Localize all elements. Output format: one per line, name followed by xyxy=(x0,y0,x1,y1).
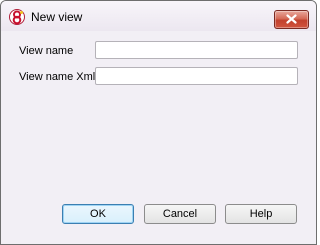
view-name-xml-label: View name Xml xyxy=(19,71,96,83)
help-button[interactable]: Help xyxy=(225,204,297,224)
window-title: New view xyxy=(31,10,83,24)
view-name-label: View name xyxy=(19,45,74,57)
dialog-content: View name View name Xml OK Cancel Help xyxy=(1,31,316,244)
title-bar[interactable]: New view xyxy=(1,1,316,31)
close-icon xyxy=(286,14,297,24)
dialog-window: New view View name View name Xml OK Canc… xyxy=(0,0,317,245)
view-name-xml-input[interactable] xyxy=(95,67,298,85)
close-button[interactable] xyxy=(274,10,309,29)
cancel-button[interactable]: Cancel xyxy=(144,204,216,224)
view-name-input[interactable] xyxy=(95,41,298,59)
app-logo-icon xyxy=(9,9,25,25)
ok-button[interactable]: OK xyxy=(62,204,134,224)
